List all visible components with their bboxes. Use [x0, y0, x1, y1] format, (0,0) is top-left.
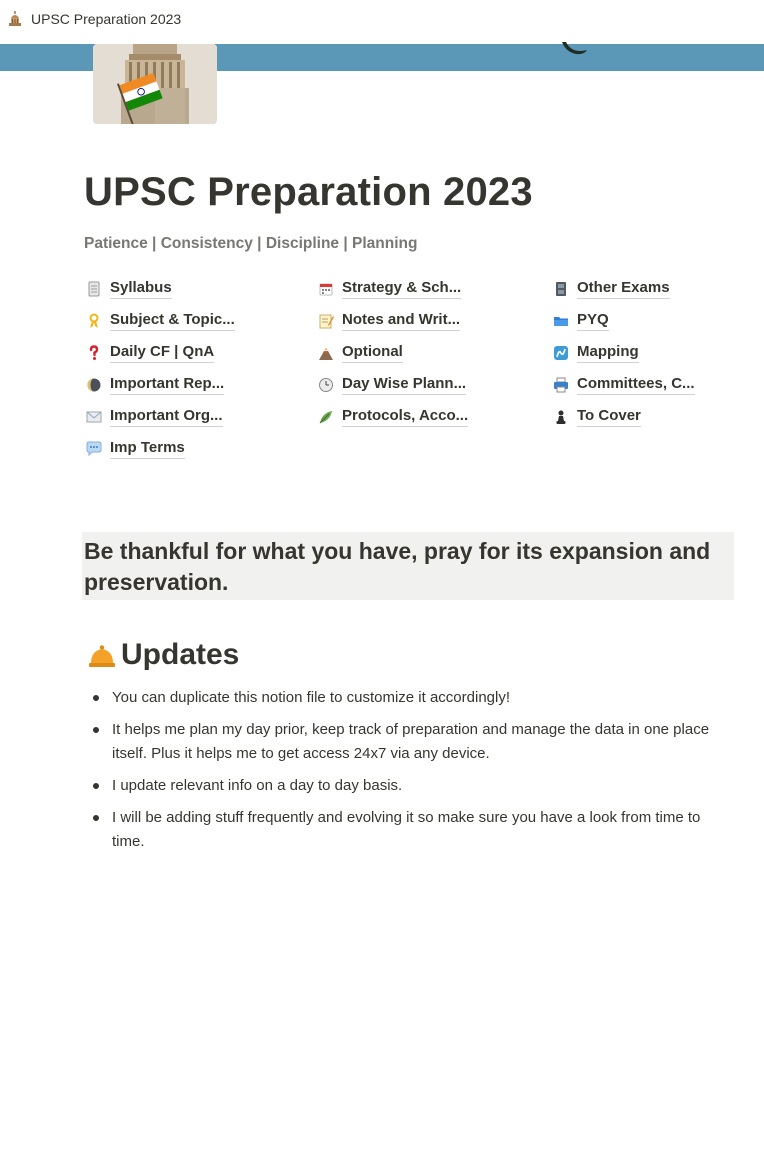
- page-link-label: Other Exams: [577, 279, 670, 299]
- page-link-to-cover[interactable]: To Cover: [551, 406, 734, 428]
- page-link-label: Important Rep...: [110, 375, 225, 395]
- ribbon-icon: [84, 311, 104, 331]
- page-link-label: Syllabus: [110, 279, 172, 299]
- file-cabinet-icon: [551, 279, 571, 299]
- page-link-mapping[interactable]: Mapping: [551, 342, 734, 364]
- folder-icon: [551, 311, 571, 331]
- clock-icon: [316, 375, 336, 395]
- page-link-optional[interactable]: Optional: [316, 342, 551, 364]
- page-link-label: To Cover: [577, 407, 641, 427]
- list-item[interactable]: You can duplicate this notion file to cu…: [84, 686, 734, 710]
- printer-icon: [551, 375, 571, 395]
- page-link-label: Mapping: [577, 343, 639, 363]
- list-item-text: I update relevant info on a day to day b…: [112, 777, 403, 794]
- moon-icon: [84, 375, 104, 395]
- bullet-dot: [93, 783, 99, 789]
- page-link-label: Strategy & Sch...: [342, 279, 462, 299]
- page-title[interactable]: UPSC Preparation 2023: [84, 170, 533, 215]
- page-link-important-reports[interactable]: Important Rep...: [84, 374, 316, 396]
- building-dome-icon[interactable]: [5, 9, 25, 29]
- bird-silhouette: [562, 42, 587, 55]
- page-link-label: Optional: [342, 343, 403, 363]
- page-link-day-wise-planner[interactable]: Day Wise Plann...: [316, 374, 551, 396]
- page-link-protocols[interactable]: Protocols, Acco...: [316, 406, 551, 428]
- breadcrumb-page-title[interactable]: UPSC Preparation 2023: [31, 11, 181, 27]
- page-link-committees[interactable]: Committees, C...: [551, 374, 734, 396]
- page-link-label: PYQ: [577, 311, 609, 331]
- page-link-label: Important Org...: [110, 407, 223, 427]
- page-link-label: Committees, C...: [577, 375, 695, 395]
- page-subtitle[interactable]: Patience | Consistency | Discipline | Pl…: [84, 235, 417, 253]
- page-link-pyq[interactable]: PYQ: [551, 310, 734, 332]
- page-link-label: Daily CF | QnA: [110, 343, 215, 363]
- page-link-label: Subject & Topic...: [110, 311, 235, 331]
- leaf-icon: [316, 407, 336, 427]
- volcano-icon: [316, 343, 336, 363]
- page-link-label: Day Wise Plann...: [342, 375, 467, 395]
- list-item[interactable]: I update relevant info on a day to day b…: [84, 774, 734, 798]
- memo-icon: [316, 311, 336, 331]
- page-link-strategy[interactable]: Strategy & Sch...: [316, 278, 551, 300]
- updates-list: You can duplicate this notion file to cu…: [84, 686, 734, 862]
- list-item[interactable]: I will be adding stuff frequently and ev…: [84, 806, 734, 854]
- page-link-imp-terms[interactable]: Imp Terms: [84, 438, 316, 460]
- page-link-syllabus[interactable]: Syllabus: [84, 278, 316, 300]
- bullet-dot: [93, 815, 99, 821]
- quote-block[interactable]: Be thankful for what you have, pray for …: [82, 532, 734, 600]
- page-link-other-exams[interactable]: Other Exams: [551, 278, 734, 300]
- page-link-label: Imp Terms: [110, 439, 185, 459]
- map-curve-icon: [551, 343, 571, 363]
- page-link-label: Notes and Writ...: [342, 311, 461, 331]
- chess-pawn-icon: [551, 407, 571, 427]
- page-document-icon: [84, 279, 104, 299]
- list-item-text: It helps me plan my day prior, keep trac…: [112, 721, 710, 762]
- page-links-grid: Syllabus Strategy & Sch... Other Exams S…: [84, 278, 734, 460]
- page-link-daily-cf[interactable]: Daily CF | QnA: [84, 342, 316, 364]
- list-item-text: I will be adding stuff frequently and ev…: [112, 809, 701, 850]
- page-link-subject-topic[interactable]: Subject & Topic...: [84, 310, 316, 332]
- list-item-text: You can duplicate this notion file to cu…: [112, 689, 511, 706]
- bell-icon: [89, 645, 115, 667]
- page-link-important-orgs[interactable]: Important Org...: [84, 406, 316, 428]
- page-link-notes-writing[interactable]: Notes and Writ...: [316, 310, 551, 332]
- envelope-icon: [84, 407, 104, 427]
- page-icon-image[interactable]: [93, 44, 217, 124]
- page-link-label: Protocols, Acco...: [342, 407, 469, 427]
- top-bar: UPSC Preparation 2023: [0, 0, 764, 38]
- updates-heading[interactable]: Updates: [86, 638, 239, 672]
- question-mark-icon: [84, 343, 104, 363]
- list-item[interactable]: It helps me plan my day prior, keep trac…: [84, 718, 734, 766]
- speech-bubble-icon: [84, 439, 104, 459]
- bullet-dot: [93, 727, 99, 733]
- bullet-dot: [93, 695, 99, 701]
- calendar-icon: [316, 279, 336, 299]
- updates-heading-text: Updates: [121, 638, 240, 671]
